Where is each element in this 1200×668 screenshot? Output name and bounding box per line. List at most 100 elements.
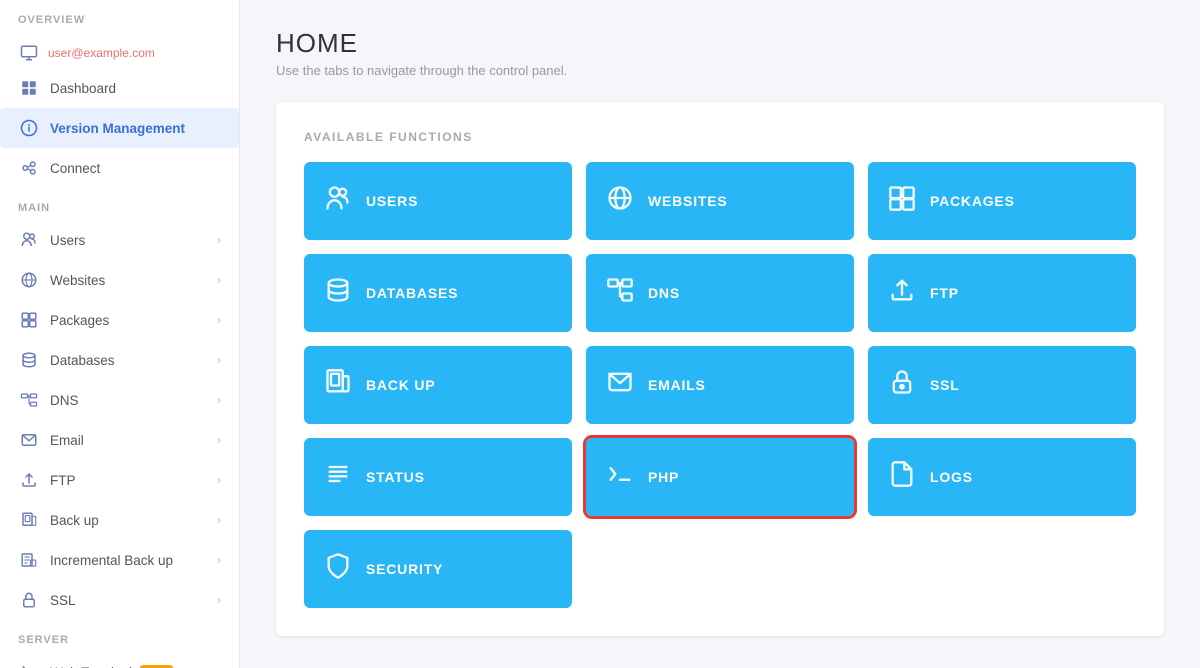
ftp-icon [18, 469, 40, 491]
databases-btn-icon [324, 276, 352, 311]
databases-function-button[interactable]: DATABASES [304, 254, 572, 332]
emails-function-button[interactable]: EMAILS [586, 346, 854, 424]
dns-btn-icon [606, 276, 634, 311]
incremental-backup-chevron: › [217, 553, 221, 567]
websites-chevron: › [217, 273, 221, 287]
dns-icon [18, 389, 40, 411]
ftp-label: FTP [50, 473, 76, 488]
websites-icon [18, 269, 40, 291]
connect-icon [18, 157, 40, 179]
page-title: HOME [276, 28, 1164, 59]
main-content: HOME Use the tabs to navigate through th… [240, 0, 1200, 668]
packages-btn-icon [888, 184, 916, 219]
functions-panel: AVAILABLE FUNCTIONS USERS WEBSITES [276, 102, 1164, 636]
status-function-button[interactable]: STATUS [304, 438, 572, 516]
ssl-label: SSL [50, 593, 76, 608]
sidebar: OVERVIEW user@example.com Dashboard Vers… [0, 0, 240, 668]
logs-btn-label: LOGS [930, 469, 973, 485]
ssl-btn-label: SSL [930, 377, 960, 393]
overview-section-label: OVERVIEW [0, 0, 239, 32]
sidebar-item-backup[interactable]: Back up › [0, 500, 239, 540]
account-item[interactable]: user@example.com [0, 32, 239, 68]
packages-icon [18, 309, 40, 331]
security-btn-label: SECURITY [366, 561, 443, 577]
backup-btn-icon [324, 368, 352, 403]
websites-label: Websites [50, 273, 105, 288]
status-btn-label: STATUS [366, 469, 425, 485]
ssl-icon [18, 589, 40, 611]
backup-function-button[interactable]: BACK UP [304, 346, 572, 424]
ftp-function-button[interactable]: FTP [868, 254, 1136, 332]
security-btn-icon [324, 552, 352, 587]
email-label: Email [50, 433, 84, 448]
dns-function-button[interactable]: DNS [586, 254, 854, 332]
terminal-icon [18, 661, 40, 668]
sidebar-item-email[interactable]: Email › [0, 420, 239, 460]
sidebar-item-web-terminal[interactable]: Web Terminal NEW › [0, 652, 239, 668]
databases-chevron: › [217, 353, 221, 367]
sidebar-item-dashboard[interactable]: Dashboard [0, 68, 239, 108]
incremental-backup-label: Incremental Back up [50, 553, 173, 568]
websites-btn-icon [606, 184, 634, 219]
databases-icon [18, 349, 40, 371]
ftp-btn-icon [888, 276, 916, 311]
users-btn-label: USERS [366, 193, 418, 209]
info-icon [18, 117, 40, 139]
php-function-button[interactable]: PHP [586, 438, 854, 516]
users-function-button[interactable]: USERS [304, 162, 572, 240]
dashboard-label: Dashboard [50, 81, 116, 96]
backup-label: Back up [50, 513, 99, 528]
emails-btn-icon [606, 368, 634, 403]
databases-label: Databases [50, 353, 115, 368]
monitor-icon [18, 42, 40, 64]
server-section-label: SERVER [0, 620, 239, 652]
page-subtitle: Use the tabs to navigate through the con… [276, 63, 1164, 78]
version-management-label: Version Management [50, 121, 185, 136]
websites-btn-label: WEBSITES [648, 193, 728, 209]
ftp-chevron: › [217, 473, 221, 487]
databases-btn-label: DATABASES [366, 285, 458, 301]
users-label: Users [50, 233, 85, 248]
sidebar-item-ssl[interactable]: SSL › [0, 580, 239, 620]
connect-label: Connect [50, 161, 100, 176]
packages-chevron: › [217, 313, 221, 327]
main-section-label: MAIN [0, 188, 239, 220]
ssl-chevron: › [217, 593, 221, 607]
ssl-function-button[interactable]: SSL [868, 346, 1136, 424]
sidebar-item-websites[interactable]: Websites › [0, 260, 239, 300]
email-icon [18, 429, 40, 451]
packages-function-button[interactable]: PACKAGES [868, 162, 1136, 240]
dns-label: DNS [50, 393, 79, 408]
security-function-button[interactable]: SECURITY [304, 530, 572, 608]
sidebar-item-dns[interactable]: DNS › [0, 380, 239, 420]
sidebar-item-version-management[interactable]: Version Management [0, 108, 239, 148]
available-functions-label: AVAILABLE FUNCTIONS [304, 130, 1136, 144]
backup-btn-label: BACK UP [366, 377, 435, 393]
ftp-btn-label: FTP [930, 285, 959, 301]
status-btn-icon [324, 460, 352, 495]
users-icon [18, 229, 40, 251]
backup-icon [18, 509, 40, 531]
packages-label: Packages [50, 313, 109, 328]
dashboard-icon [18, 77, 40, 99]
incremental-backup-icon [18, 549, 40, 571]
packages-btn-label: PACKAGES [930, 193, 1015, 209]
websites-function-button[interactable]: WEBSITES [586, 162, 854, 240]
dns-chevron: › [217, 393, 221, 407]
account-label: user@example.com [48, 46, 155, 60]
sidebar-item-users[interactable]: Users › [0, 220, 239, 260]
users-chevron: › [217, 233, 221, 247]
users-btn-icon [324, 184, 352, 219]
php-btn-label: PHP [648, 469, 679, 485]
dns-btn-label: DNS [648, 285, 680, 301]
sidebar-item-ftp[interactable]: FTP › [0, 460, 239, 500]
logs-function-button[interactable]: LOGS [868, 438, 1136, 516]
ssl-btn-icon [888, 368, 916, 403]
email-chevron: › [217, 433, 221, 447]
backup-chevron: › [217, 513, 221, 527]
sidebar-item-databases[interactable]: Databases › [0, 340, 239, 380]
sidebar-item-connect[interactable]: Connect [0, 148, 239, 188]
sidebar-item-packages[interactable]: Packages › [0, 300, 239, 340]
sidebar-item-incremental-backup[interactable]: Incremental Back up › [0, 540, 239, 580]
emails-btn-label: EMAILS [648, 377, 706, 393]
